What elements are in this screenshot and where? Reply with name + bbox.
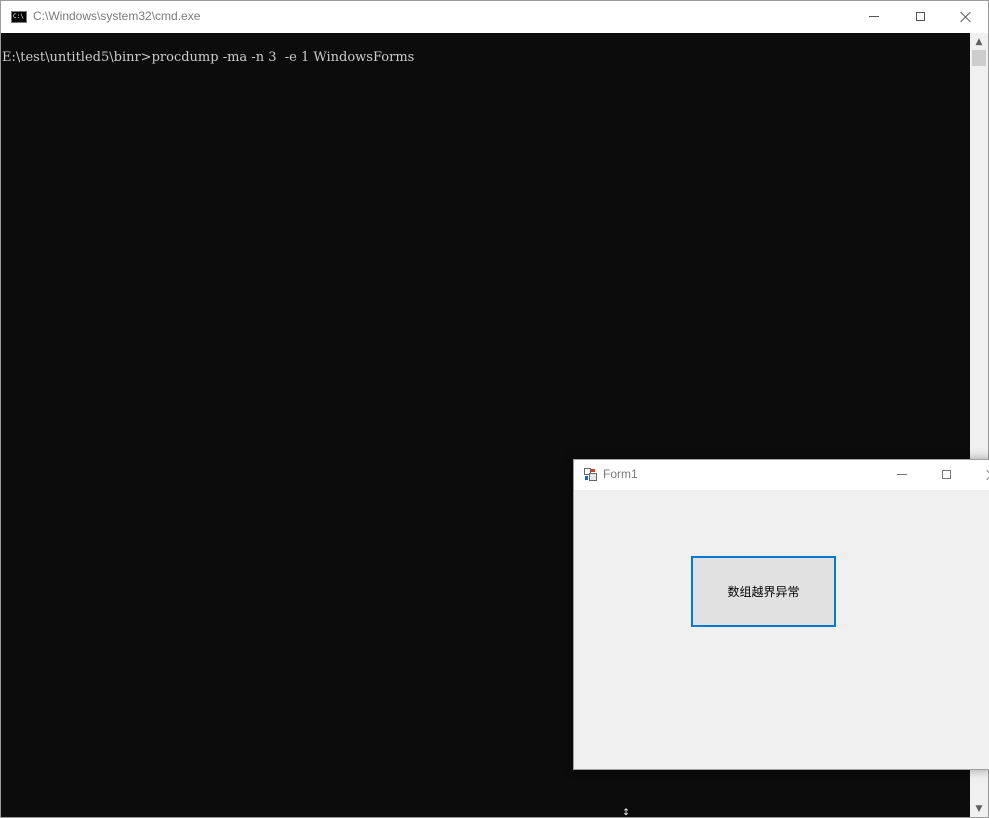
- form1-minimize-button[interactable]: [879, 460, 924, 489]
- console-icon[interactable]: [11, 11, 27, 23]
- minimize-icon: [896, 474, 907, 475]
- minimize-icon: [869, 16, 879, 17]
- close-icon: [986, 469, 989, 481]
- scroll-down-arrow-icon[interactable]: ▼: [970, 800, 988, 817]
- close-icon: [960, 11, 972, 23]
- form1-client-area: 数组越界异常: [574, 490, 989, 769]
- form1-close-button[interactable]: [969, 460, 989, 489]
- scrollbar-thumb[interactable]: [972, 50, 986, 66]
- cmd-minimize-button[interactable]: [851, 1, 897, 32]
- form-app-icon[interactable]: [584, 468, 597, 481]
- resize-cursor-icon: ↕: [622, 808, 630, 818]
- cmd-titlebar[interactable]: C:\Windows\system32\cmd.exe: [1, 1, 988, 33]
- cmd-close-button[interactable]: [943, 1, 989, 32]
- form1-maximize-button[interactable]: [924, 460, 969, 489]
- form1-window[interactable]: Form1 数组越界异常: [573, 459, 989, 770]
- command-prompt-line: E:\test\untitled5\binr>procdump -ma -n 3…: [2, 50, 415, 65]
- scroll-up-arrow-icon[interactable]: ▲: [970, 33, 988, 50]
- form1-titlebar[interactable]: Form1: [574, 460, 989, 490]
- maximize-icon: [942, 470, 951, 479]
- maximize-icon: [915, 12, 925, 21]
- cmd-maximize-button[interactable]: [897, 1, 943, 32]
- form1-window-title: Form1: [603, 467, 638, 481]
- array-out-of-bounds-button[interactable]: 数组越界异常: [691, 556, 836, 627]
- cmd-window-title: C:\Windows\system32\cmd.exe: [33, 9, 201, 23]
